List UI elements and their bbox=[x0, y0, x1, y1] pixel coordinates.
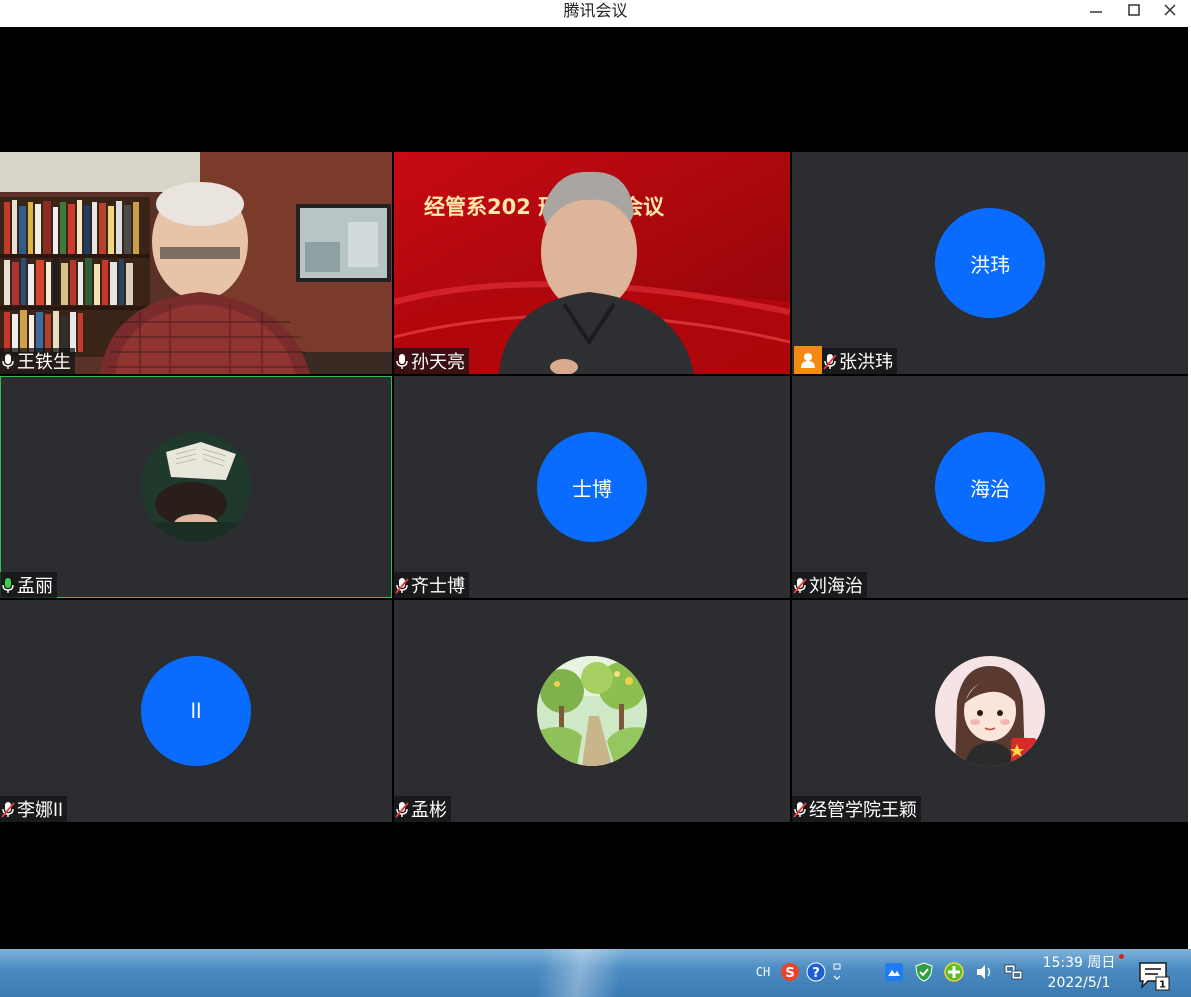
help-icon[interactable]: ? bbox=[805, 961, 827, 983]
participant-name-tag: 李娜ll bbox=[0, 796, 68, 822]
host-badge bbox=[794, 346, 822, 374]
notification-dot bbox=[1119, 954, 1124, 959]
tencent-meeting-tray-icon[interactable] bbox=[882, 961, 906, 983]
volume-icon[interactable] bbox=[973, 961, 995, 983]
microphone-speaking-icon bbox=[1, 576, 15, 594]
ime-options-icon[interactable] bbox=[830, 961, 844, 983]
participant-avatar: 海治 bbox=[935, 432, 1045, 542]
microphone-muted-icon bbox=[823, 352, 837, 370]
network-icon[interactable] bbox=[1002, 961, 1026, 983]
participant-name-tag: 齐士博 bbox=[394, 572, 469, 598]
participant-tile[interactable]: 经管学院王颖 bbox=[792, 600, 1188, 822]
participant-name-tag: 孟丽 bbox=[0, 572, 57, 598]
participant-tile[interactable]: 海治 刘海治 bbox=[792, 376, 1188, 598]
meeting-video-area: 王铁生 经管系202 形态工作会议 孙天亮 bbox=[0, 27, 1191, 949]
participant-avatar: 洪玮 bbox=[935, 208, 1045, 318]
participant-name: 齐士博 bbox=[411, 576, 465, 597]
participant-name: 孟丽 bbox=[17, 576, 53, 597]
participant-avatar bbox=[537, 656, 647, 766]
participant-name: 经管学院王颖 bbox=[809, 800, 917, 821]
participant-avatar: 士博 bbox=[537, 432, 647, 542]
participant-video-feed bbox=[0, 152, 392, 374]
participant-tile[interactable]: 王铁生 bbox=[0, 152, 392, 374]
minimize-button[interactable] bbox=[1078, 0, 1114, 20]
participant-name-tag: 经管学院王颖 bbox=[792, 796, 921, 822]
participant-tile[interactable]: 经管系202 形态工作会议 孙天亮 bbox=[394, 152, 790, 374]
participant-avatar bbox=[935, 656, 1045, 766]
window-titlebar: 腾讯会议 bbox=[0, 0, 1191, 27]
participant-name: 王铁生 bbox=[17, 352, 71, 373]
participant-name: 张洪玮 bbox=[839, 352, 893, 373]
participant-name-tag: 孟彬 bbox=[394, 796, 451, 822]
participant-name-tag: 刘海治 bbox=[792, 572, 867, 598]
close-button[interactable] bbox=[1152, 0, 1188, 20]
chat-bubble-icon: 1 bbox=[1139, 962, 1170, 991]
microphone-muted-icon bbox=[395, 576, 409, 594]
participant-avatar: ll bbox=[141, 656, 251, 766]
window-title: 腾讯会议 bbox=[563, 1, 628, 20]
participant-name: 李娜ll bbox=[17, 800, 64, 821]
green-plus-icon[interactable] bbox=[942, 961, 966, 983]
participant-tile[interactable]: 孟丽 bbox=[0, 376, 392, 598]
participant-avatar bbox=[141, 432, 251, 542]
participant-tile[interactable]: 士博 齐士博 bbox=[394, 376, 790, 598]
clock-date: 2022/5/1 bbox=[1047, 975, 1111, 991]
host-person-icon bbox=[801, 353, 815, 368]
microphone-muted-icon bbox=[793, 576, 807, 594]
sogou-ime-icon[interactable]: S bbox=[779, 961, 801, 983]
participant-tile[interactable]: 孟彬 bbox=[394, 600, 790, 822]
microphone-muted-icon bbox=[793, 800, 807, 818]
microphone-muted-icon bbox=[1, 800, 15, 818]
action-center-button[interactable]: 1 bbox=[1134, 957, 1174, 991]
participant-name: 刘海治 bbox=[809, 576, 863, 597]
input-language-indicator[interactable]: CH bbox=[752, 961, 774, 983]
participant-tile[interactable]: 洪玮 张洪玮 bbox=[792, 152, 1188, 374]
participant-name: 孟彬 bbox=[411, 800, 447, 821]
svg-text:?: ? bbox=[812, 966, 820, 981]
notification-count: 1 bbox=[1159, 980, 1166, 991]
participant-name: 孙天亮 bbox=[411, 352, 465, 373]
svg-text:S: S bbox=[785, 966, 794, 981]
maximize-icon bbox=[1128, 4, 1140, 16]
participant-name-tag: 张洪玮 bbox=[822, 348, 897, 374]
participant-tile[interactable]: ll 李娜ll bbox=[0, 600, 392, 822]
microphone-on-icon bbox=[395, 352, 409, 370]
microphone-muted-icon bbox=[395, 800, 409, 818]
system-clock[interactable]: 15:39 周日 2022/5/1 bbox=[1036, 953, 1122, 993]
clock-time: 15:39 周日 bbox=[1042, 955, 1116, 971]
windows-taskbar: CH S ? 15:39 周日 2022/5/1 1 bbox=[0, 949, 1191, 997]
minimize-icon bbox=[1090, 11, 1102, 13]
security-shield-icon[interactable] bbox=[912, 961, 936, 983]
close-icon bbox=[1164, 4, 1176, 16]
microphone-on-icon bbox=[1, 352, 15, 370]
participant-name-tag: 孙天亮 bbox=[394, 348, 469, 374]
participant-video-feed: 经管系202 形态工作会议 bbox=[394, 152, 790, 374]
maximize-button[interactable] bbox=[1116, 0, 1152, 20]
participant-name-tag: 王铁生 bbox=[0, 348, 75, 374]
